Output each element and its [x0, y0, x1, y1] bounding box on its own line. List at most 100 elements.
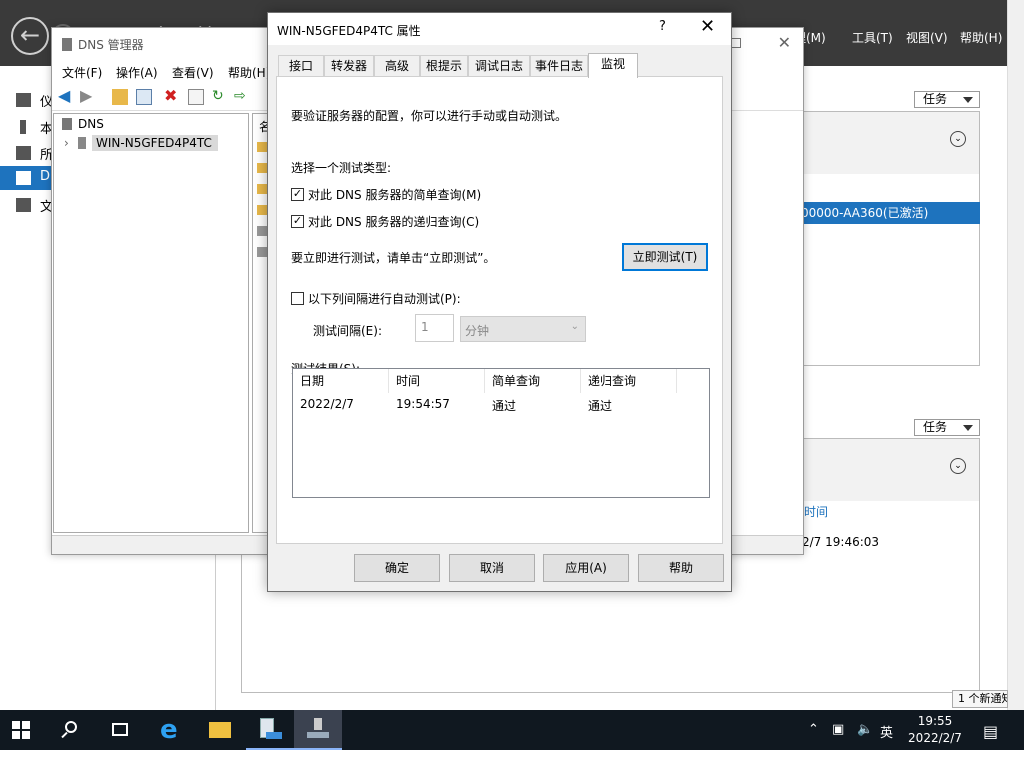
nav-item-dns[interactable]: D — [0, 166, 52, 190]
system-clock[interactable]: 19:55 2022/2/7 — [902, 713, 968, 747]
results-table[interactable]: 日期 时间 简单查询 递归查询 2022/2/7 19:54:57 通过 通过 — [292, 368, 710, 498]
tasks-dropdown-2[interactable]: 任务 — [914, 419, 980, 436]
internet-explorer-icon[interactable]: e — [146, 710, 194, 750]
intro-text: 要验证服务器的配置，你可以进行手动或自动测试。 — [291, 109, 568, 123]
search-icon[interactable] — [48, 710, 96, 750]
taskbar: e ⌃ ▣ 🔈 英 19:55 2022/2/7 ▤ — [0, 710, 1024, 750]
auto-test-checkbox[interactable] — [291, 292, 304, 305]
tree-root-label: DNS — [78, 117, 104, 131]
menu-help[interactable]: 帮助(H) — [228, 64, 270, 81]
expand-chevron-icon[interactable]: › — [64, 136, 74, 150]
delete-icon[interactable]: ✖ — [164, 88, 180, 105]
action-center-icon[interactable]: ▤ — [983, 722, 998, 741]
column-header-recursive-query[interactable]: 递归查询 — [581, 369, 677, 393]
recursive-query-label[interactable]: 对此 DNS 服务器的递归查询(C) — [308, 213, 479, 230]
menu-file[interactable]: 文件(F) — [62, 64, 102, 81]
tab-event-logging[interactable]: 事件日志 — [530, 55, 588, 77]
back-arrow-icon[interactable]: ← — [11, 17, 49, 55]
chevron-down-icon: ⌄ — [570, 321, 579, 332]
show-hidden-icons-chevron[interactable]: ⌃ — [808, 722, 819, 737]
nav-item-dashboard[interactable]: 仪 — [0, 88, 53, 112]
dialog-title: WIN-N5GFED4P4TC 属性 — [277, 24, 421, 38]
server-manager-taskbar-icon[interactable] — [246, 710, 294, 750]
interval-label: 测试间隔(E): — [313, 324, 382, 338]
table-cell-time: 19:54:57 — [396, 397, 450, 411]
dns-tree-pane: DNS › WIN-N5GFED4P4TC — [53, 113, 249, 533]
apply-button[interactable]: 应用(A) — [543, 554, 629, 582]
maximize-icon[interactable] — [731, 38, 741, 48]
tab-forwarders[interactable]: 转发器 — [324, 55, 374, 77]
table-cell-recursive: 通过 — [588, 399, 613, 413]
help-icon[interactable]: ? — [659, 19, 666, 34]
monitoring-tab-page: 要验证服务器的配置，你可以进行手动或自动测试。 选择一个测试类型: ✓ 对此 D… — [276, 76, 723, 544]
task-view-icon[interactable] — [96, 710, 144, 750]
auto-test-label[interactable]: 以下列间隔进行自动测试(P): — [308, 290, 461, 307]
dialog-tabs: 接口 转发器 高级 根提示 调试日志 事件日志 监视 — [278, 53, 721, 78]
menu-tools[interactable]: 工具(T) — [852, 29, 893, 46]
table-cell-date: 2022/2/7 — [300, 397, 354, 411]
vertical-scrollbar[interactable] — [1007, 0, 1024, 710]
dashboard-icon — [16, 93, 31, 107]
tasks-dropdown-1[interactable]: 任务 — [914, 91, 980, 108]
nav-label: D — [40, 169, 51, 184]
nav-item-file-services[interactable]: 文 — [0, 193, 53, 217]
tab-advanced[interactable]: 高级 — [374, 55, 420, 77]
test-now-button[interactable]: 立即测试(T) — [622, 243, 708, 271]
volume-muted-icon[interactable]: 🔈 — [857, 722, 873, 737]
close-icon[interactable]: ✕ — [700, 16, 715, 37]
interval-unit-select[interactable]: 分钟 ⌄ — [460, 316, 586, 342]
file-services-icon — [16, 198, 31, 212]
clock-date: 2022/2/7 — [908, 731, 962, 745]
dns-role-icon — [16, 171, 31, 185]
cancel-button[interactable]: 取消 — [449, 554, 535, 582]
file-explorer-icon[interactable] — [196, 710, 244, 750]
interval-input[interactable]: 1 — [415, 314, 454, 342]
back-icon[interactable]: ◀ — [58, 88, 74, 105]
server-icon — [78, 137, 86, 149]
menu-view[interactable]: 查看(V) — [172, 64, 214, 81]
ok-button[interactable]: 确定 — [354, 554, 440, 582]
refresh-icon[interactable]: ↻ — [212, 89, 228, 105]
menu-help[interactable]: 帮助(H) — [960, 29, 1002, 46]
dns-manager-taskbar-icon[interactable] — [294, 710, 342, 750]
select-test-type-label: 选择一个测试类型: — [291, 161, 392, 175]
help-button[interactable]: 帮助 — [638, 554, 724, 582]
export-list-icon[interactable]: ⇨ — [234, 89, 250, 105]
properties-icon[interactable] — [188, 89, 204, 105]
ime-indicator[interactable]: 英 — [880, 722, 893, 741]
simple-query-checkbox[interactable]: ✓ — [291, 188, 304, 201]
nav-item-local-server[interactable]: 本 — [0, 115, 53, 139]
tab-interfaces[interactable]: 接口 — [278, 55, 324, 77]
windows-start-icon[interactable] — [12, 721, 30, 739]
tree-item-server[interactable]: › WIN-N5GFED4P4TC — [64, 135, 218, 154]
column-header-date[interactable]: 日期 — [293, 369, 389, 393]
menu-view[interactable]: 视图(V) — [906, 29, 948, 46]
server-icon — [20, 120, 26, 134]
nav-item-all-servers[interactable]: 所 — [0, 141, 53, 165]
tab-debug-logging[interactable]: 调试日志 — [468, 55, 530, 77]
recursive-query-checkbox[interactable]: ✓ — [291, 215, 304, 228]
selected-server-row[interactable]: 00000-AA360(已激活) — [797, 202, 980, 224]
up-folder-icon[interactable] — [112, 89, 128, 105]
show-hide-tree-icon[interactable] — [136, 89, 152, 105]
forward-icon[interactable]: ▶ — [80, 88, 96, 105]
test-now-hint: 要立即进行测试，请单击“立即测试”。 — [291, 251, 496, 265]
dns-manager-title-text: DNS 管理器 — [78, 38, 144, 52]
dns-manager-title: DNS 管理器 — [62, 36, 144, 53]
collapse-chevron-icon[interactable]: ⌄ — [950, 458, 966, 474]
dns-icon — [62, 118, 72, 130]
close-icon[interactable]: ✕ — [778, 33, 791, 52]
simple-query-label[interactable]: 对此 DNS 服务器的简单查询(M) — [308, 186, 481, 203]
menu-action[interactable]: 操作(A) — [116, 64, 158, 81]
column-header-simple-query[interactable]: 简单查询 — [485, 369, 581, 393]
network-icon[interactable]: ▣ — [832, 722, 844, 737]
tree-item-dns[interactable]: DNS — [62, 117, 104, 131]
column-header-time[interactable]: 时间 — [804, 503, 828, 520]
interval-unit-value: 分钟 — [465, 324, 490, 338]
tab-monitoring[interactable]: 监视 — [588, 53, 638, 78]
clock-time: 19:55 — [917, 714, 953, 728]
collapse-chevron-icon[interactable]: ⌄ — [950, 131, 966, 147]
notification-badge[interactable]: 1 个新通知 — [952, 690, 1008, 708]
tab-root-hints[interactable]: 根提示 — [420, 55, 468, 77]
column-header-time[interactable]: 时间 — [389, 369, 485, 393]
